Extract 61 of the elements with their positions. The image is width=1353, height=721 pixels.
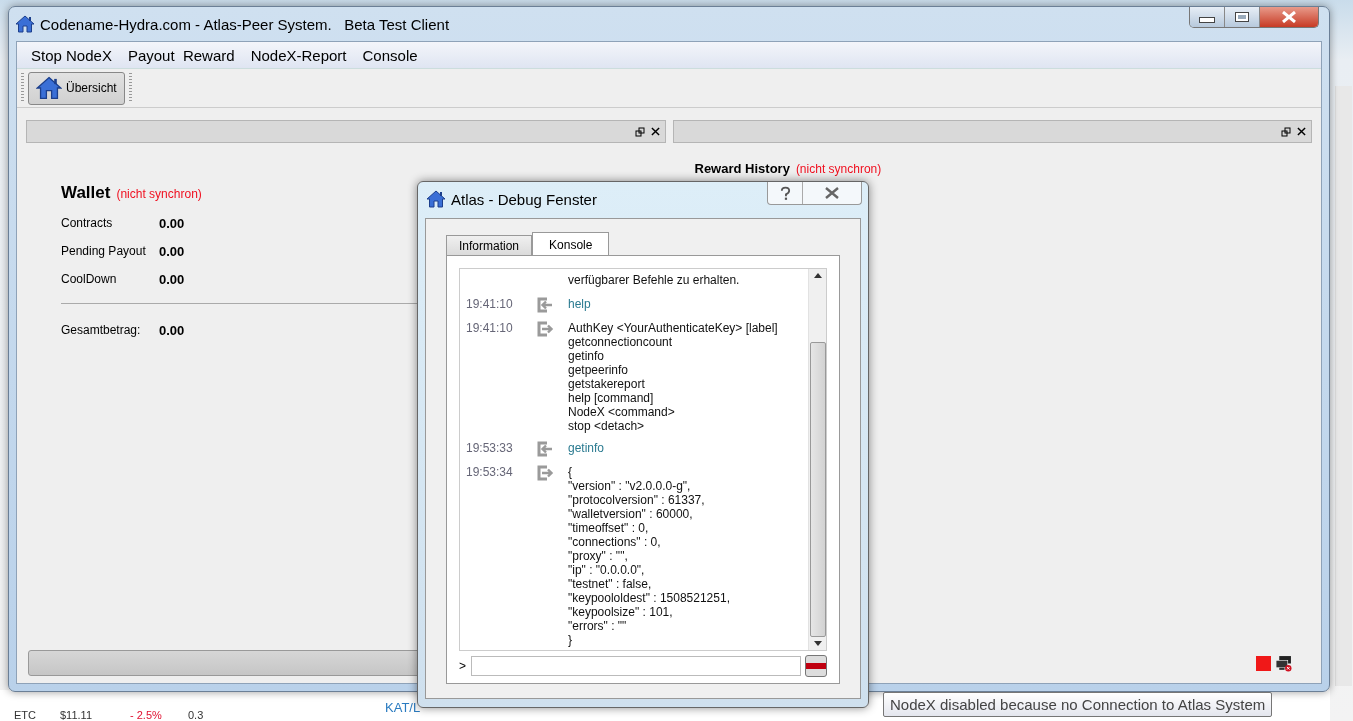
- console-message: help: [568, 297, 591, 311]
- network-icon: [1275, 654, 1292, 672]
- table-cell-text: 0.3: [188, 709, 205, 721]
- link[interactable]: KAT/L: [385, 700, 421, 715]
- dialog-title: Atlas - Debug Fenster: [451, 190, 597, 208]
- timestamp: 19:53:33: [465, 441, 514, 455]
- console-message: getinfo: [568, 441, 605, 455]
- timestamp: 19:41:10: [465, 321, 514, 335]
- close-icon[interactable]: [650, 127, 660, 136]
- restore-icon[interactable]: [634, 126, 645, 137]
- console-message: AuthKey <YourAuthenticateKey> [label] getconnectioncount getinfo getpeerinfo getstakereport help [command] NodeX <command> stop <detach>: [568, 321, 778, 433]
- maximize-button[interactable]: [1224, 7, 1259, 27]
- house-icon: [426, 189, 446, 209]
- field-label: Pending Payout: [61, 244, 147, 258]
- scrollbar[interactable]: [1335, 86, 1352, 686]
- overview-button[interactable]: Übersicht: [28, 71, 125, 105]
- field-value: 0.00: [159, 243, 185, 259]
- output-arrow-icon: [536, 465, 554, 481]
- close-icon: [1281, 11, 1297, 23]
- close-icon[interactable]: [1297, 127, 1306, 136]
- menu-item[interactable]: Payout Reward: [119, 46, 243, 64]
- field-value: 0.00: [159, 271, 185, 287]
- house-icon: [36, 75, 62, 101]
- timestamp: 19:53:34: [465, 465, 514, 479]
- field-value: 0.00: [159, 322, 185, 338]
- section-title: Reward History: [694, 161, 790, 176]
- output-arrow-icon: [536, 321, 554, 337]
- tab[interactable]: Information: [446, 235, 533, 256]
- help-icon: [779, 185, 791, 201]
- field-label: Contracts: [61, 216, 114, 230]
- menu-item[interactable]: Stop NodeX: [23, 46, 120, 64]
- close-icon: [824, 187, 840, 199]
- menu-item[interactable]: Console: [354, 46, 426, 64]
- input-arrow-icon: [536, 297, 554, 313]
- tooltip: NodeX disabled because no Connection to Atlas System: [883, 692, 1273, 717]
- menu-item[interactable]: NodeX-Report: [242, 46, 355, 64]
- command-input[interactable]: [471, 656, 801, 676]
- wallet-title: Wallet: [61, 183, 111, 203]
- table-cell-text: ETC: [14, 709, 37, 721]
- console-message: { "version" : "v2.0.0.0-g", "protocolversion" : 61337, "walletversion" : 60000, "timeoffset" : 0, "connections" : 0, "proxy" : "", "ip" : "0.0.0.0", "testnet" : false, "keypoololdest" : 1508521251, "keypoolsize" : 101, "errors" : "" }: [568, 465, 730, 647]
- scrollbar[interactable]: [808, 269, 826, 650]
- input-arrow-icon: [536, 441, 554, 457]
- field-value: 0.00: [159, 215, 185, 231]
- timestamp: 19:41:10: [465, 297, 514, 311]
- table-cell-text: - 2.5%: [130, 709, 163, 721]
- clear-button[interactable]: [805, 655, 827, 677]
- restore-icon[interactable]: [1281, 126, 1291, 137]
- prompt-symbol: >: [459, 659, 467, 673]
- sync-status: (nicht synchron): [795, 162, 882, 176]
- sync-status: (nicht synchron): [116, 187, 202, 201]
- up-arrow-icon[interactable]: [813, 273, 822, 278]
- close-button[interactable]: [1259, 7, 1318, 27]
- console-message: verfügbarer Befehle zu erhalten.: [568, 273, 740, 287]
- field-label: CoolDown: [61, 272, 118, 286]
- minimize-button[interactable]: [1190, 7, 1224, 27]
- house-icon: [15, 14, 35, 34]
- field-label: Gesamtbetrag:: [61, 323, 142, 337]
- table-cell-text: $11.11: [60, 709, 93, 721]
- down-arrow-icon[interactable]: [813, 641, 822, 646]
- window-title: Codename-Hydra.com - Atlas-Peer System. Beta Test Client: [40, 15, 450, 33]
- tab[interactable]: Konsole: [532, 232, 610, 256]
